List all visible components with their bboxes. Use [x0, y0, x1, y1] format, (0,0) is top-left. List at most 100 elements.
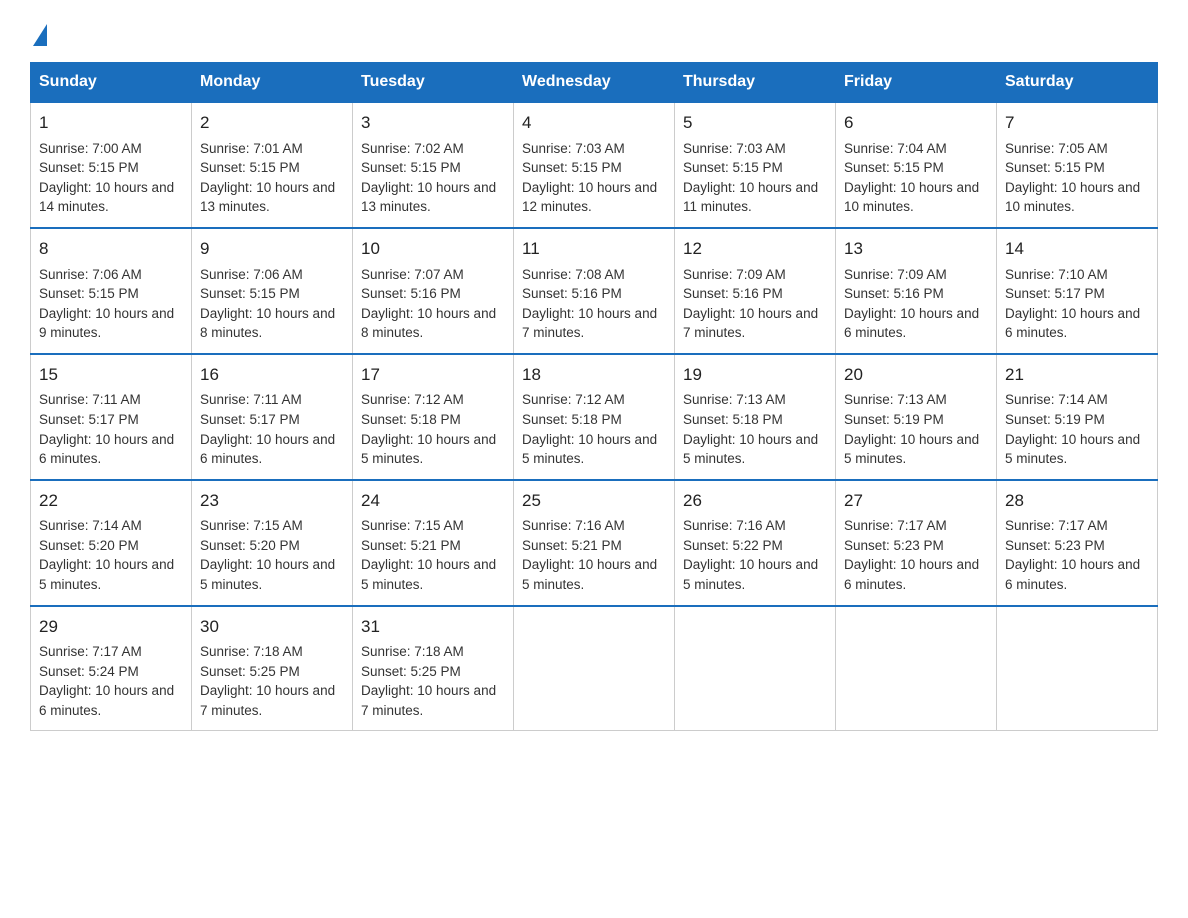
day-number: 2 — [200, 111, 344, 136]
day-detail: Sunrise: 7:14 AMSunset: 5:20 PMDaylight:… — [39, 518, 174, 592]
day-number: 9 — [200, 237, 344, 262]
day-number: 22 — [39, 489, 183, 514]
week-row-2: 8Sunrise: 7:06 AMSunset: 5:15 PMDaylight… — [31, 228, 1158, 354]
col-header-thursday: Thursday — [675, 63, 836, 103]
day-detail: Sunrise: 7:18 AMSunset: 5:25 PMDaylight:… — [361, 644, 496, 718]
day-detail: Sunrise: 7:07 AMSunset: 5:16 PMDaylight:… — [361, 267, 496, 341]
day-number: 26 — [683, 489, 827, 514]
week-row-5: 29 Sunrise: 7:17 AMSunset: 5:24 PMDayligh… — [31, 606, 1158, 731]
calendar-cell: 31 Sunrise: 7:18 AMSunset: 5:25 PMDayligh… — [353, 606, 514, 731]
day-number: 3 — [361, 111, 505, 136]
col-header-sunday: Sunday — [31, 63, 192, 103]
day-number: 11 — [522, 237, 666, 262]
calendar-table: SundayMondayTuesdayWednesdayThursdayFrid… — [30, 62, 1158, 731]
calendar-cell: 28 Sunrise: 7:17 AMSunset: 5:23 PMDayligh… — [997, 480, 1158, 606]
calendar-cell: 20 Sunrise: 7:13 AMSunset: 5:19 PMDayligh… — [836, 354, 997, 480]
day-detail: Sunrise: 7:09 AMSunset: 5:16 PMDaylight:… — [844, 267, 979, 341]
day-detail: Sunrise: 7:16 AMSunset: 5:21 PMDaylight:… — [522, 518, 657, 592]
page-header — [30, 20, 1158, 42]
day-number: 7 — [1005, 111, 1149, 136]
day-detail: Sunrise: 7:12 AMSunset: 5:18 PMDaylight:… — [522, 392, 657, 466]
day-detail: Sunrise: 7:08 AMSunset: 5:16 PMDaylight:… — [522, 267, 657, 341]
calendar-cell: 13 Sunrise: 7:09 AMSunset: 5:16 PMDayligh… — [836, 228, 997, 354]
day-number: 13 — [844, 237, 988, 262]
day-detail: Sunrise: 7:11 AMSunset: 5:17 PMDaylight:… — [200, 392, 335, 466]
calendar-cell: 29 Sunrise: 7:17 AMSunset: 5:24 PMDayligh… — [31, 606, 192, 731]
day-detail: Sunrise: 7:16 AMSunset: 5:22 PMDaylight:… — [683, 518, 818, 592]
day-detail: Sunrise: 7:03 AMSunset: 5:15 PMDaylight:… — [522, 141, 657, 215]
calendar-cell: 18 Sunrise: 7:12 AMSunset: 5:18 PMDayligh… — [514, 354, 675, 480]
day-number: 16 — [200, 363, 344, 388]
calendar-cell: 4Sunrise: 7:03 AMSunset: 5:15 PMDaylight… — [514, 102, 675, 228]
day-number: 10 — [361, 237, 505, 262]
day-detail: Sunrise: 7:05 AMSunset: 5:15 PMDaylight:… — [1005, 141, 1140, 215]
day-number: 31 — [361, 615, 505, 640]
day-number: 17 — [361, 363, 505, 388]
calendar-cell: 16 Sunrise: 7:11 AMSunset: 5:17 PMDayligh… — [192, 354, 353, 480]
day-number: 30 — [200, 615, 344, 640]
calendar-cell: 14 Sunrise: 7:10 AMSunset: 5:17 PMDayligh… — [997, 228, 1158, 354]
week-row-3: 15Sunrise: 7:11 AMSunset: 5:17 PMDayligh… — [31, 354, 1158, 480]
day-detail: Sunrise: 7:17 AMSunset: 5:23 PMDaylight:… — [1005, 518, 1140, 592]
day-number: 24 — [361, 489, 505, 514]
day-number: 25 — [522, 489, 666, 514]
col-header-wednesday: Wednesday — [514, 63, 675, 103]
day-detail: Sunrise: 7:04 AMSunset: 5:15 PMDaylight:… — [844, 141, 979, 215]
day-number: 12 — [683, 237, 827, 262]
day-detail: Sunrise: 7:14 AMSunset: 5:19 PMDaylight:… — [1005, 392, 1140, 466]
day-number: 27 — [844, 489, 988, 514]
calendar-cell: 19 Sunrise: 7:13 AMSunset: 5:18 PMDayligh… — [675, 354, 836, 480]
day-number: 14 — [1005, 237, 1149, 262]
day-detail: Sunrise: 7:06 AMSunset: 5:15 PMDaylight:… — [200, 267, 335, 341]
col-header-friday: Friday — [836, 63, 997, 103]
calendar-cell — [997, 606, 1158, 731]
day-detail: Sunrise: 7:17 AMSunset: 5:23 PMDaylight:… — [844, 518, 979, 592]
day-detail: Sunrise: 7:18 AMSunset: 5:25 PMDaylight:… — [200, 644, 335, 718]
day-number: 23 — [200, 489, 344, 514]
calendar-cell: 24 Sunrise: 7:15 AMSunset: 5:21 PMDayligh… — [353, 480, 514, 606]
calendar-cell: 23 Sunrise: 7:15 AMSunset: 5:20 PMDayligh… — [192, 480, 353, 606]
day-number: 28 — [1005, 489, 1149, 514]
day-detail: Sunrise: 7:11 AMSunset: 5:17 PMDaylight:… — [39, 392, 174, 466]
day-number: 18 — [522, 363, 666, 388]
day-detail: Sunrise: 7:15 AMSunset: 5:21 PMDaylight:… — [361, 518, 496, 592]
calendar-cell: 15Sunrise: 7:11 AMSunset: 5:17 PMDayligh… — [31, 354, 192, 480]
calendar-cell: 7 Sunrise: 7:05 AMSunset: 5:15 PMDaylight… — [997, 102, 1158, 228]
day-number: 21 — [1005, 363, 1149, 388]
col-header-monday: Monday — [192, 63, 353, 103]
day-detail: Sunrise: 7:03 AMSunset: 5:15 PMDaylight:… — [683, 141, 818, 215]
calendar-cell: 9 Sunrise: 7:06 AMSunset: 5:15 PMDaylight… — [192, 228, 353, 354]
day-detail: Sunrise: 7:10 AMSunset: 5:17 PMDaylight:… — [1005, 267, 1140, 341]
calendar-cell: 6Sunrise: 7:04 AMSunset: 5:15 PMDaylight… — [836, 102, 997, 228]
day-number: 29 — [39, 615, 183, 640]
calendar-cell: 27 Sunrise: 7:17 AMSunset: 5:23 PMDayligh… — [836, 480, 997, 606]
col-header-tuesday: Tuesday — [353, 63, 514, 103]
calendar-cell: 8Sunrise: 7:06 AMSunset: 5:15 PMDaylight… — [31, 228, 192, 354]
logo-triangle-icon — [33, 24, 47, 46]
calendar-cell: 30 Sunrise: 7:18 AMSunset: 5:25 PMDayligh… — [192, 606, 353, 731]
col-header-saturday: Saturday — [997, 63, 1158, 103]
calendar-cell: 11 Sunrise: 7:08 AMSunset: 5:16 PMDayligh… — [514, 228, 675, 354]
calendar-cell: 10 Sunrise: 7:07 AMSunset: 5:16 PMDayligh… — [353, 228, 514, 354]
calendar-cell: 2 Sunrise: 7:01 AMSunset: 5:15 PMDaylight… — [192, 102, 353, 228]
week-row-1: 1Sunrise: 7:00 AMSunset: 5:15 PMDaylight… — [31, 102, 1158, 228]
logo — [30, 20, 47, 42]
day-detail: Sunrise: 7:01 AMSunset: 5:15 PMDaylight:… — [200, 141, 335, 215]
calendar-cell: 25 Sunrise: 7:16 AMSunset: 5:21 PMDayligh… — [514, 480, 675, 606]
calendar-cell: 21 Sunrise: 7:14 AMSunset: 5:19 PMDayligh… — [997, 354, 1158, 480]
day-detail: Sunrise: 7:15 AMSunset: 5:20 PMDaylight:… — [200, 518, 335, 592]
day-detail: Sunrise: 7:02 AMSunset: 5:15 PMDaylight:… — [361, 141, 496, 215]
day-detail: Sunrise: 7:06 AMSunset: 5:15 PMDaylight:… — [39, 267, 174, 341]
day-detail: Sunrise: 7:13 AMSunset: 5:18 PMDaylight:… — [683, 392, 818, 466]
day-number: 19 — [683, 363, 827, 388]
day-detail: Sunrise: 7:00 AMSunset: 5:15 PMDaylight:… — [39, 141, 174, 215]
day-detail: Sunrise: 7:13 AMSunset: 5:19 PMDaylight:… — [844, 392, 979, 466]
calendar-cell — [514, 606, 675, 731]
day-detail: Sunrise: 7:17 AMSunset: 5:24 PMDaylight:… — [39, 644, 174, 718]
calendar-cell: 5 Sunrise: 7:03 AMSunset: 5:15 PMDaylight… — [675, 102, 836, 228]
calendar-cell: 26 Sunrise: 7:16 AMSunset: 5:22 PMDayligh… — [675, 480, 836, 606]
calendar-cell — [836, 606, 997, 731]
day-number: 5 — [683, 111, 827, 136]
calendar-cell: 3 Sunrise: 7:02 AMSunset: 5:15 PMDaylight… — [353, 102, 514, 228]
day-number: 20 — [844, 363, 988, 388]
